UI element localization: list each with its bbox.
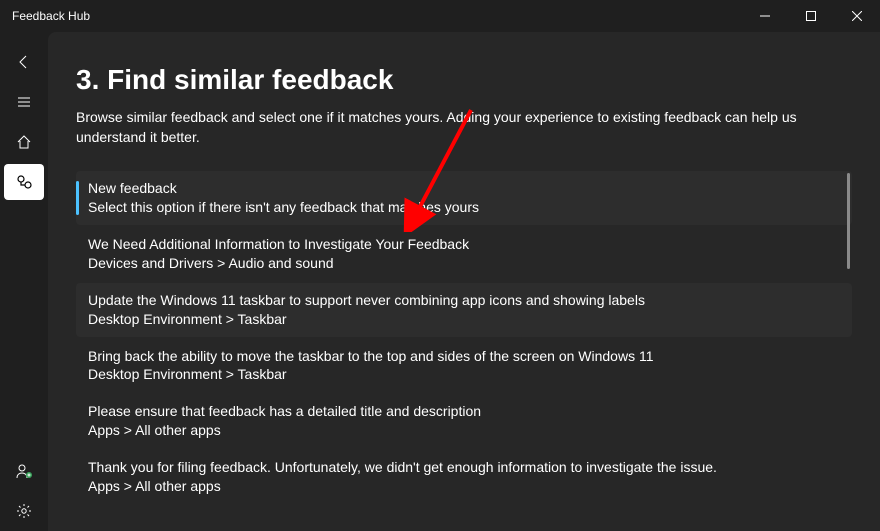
feedback-nav[interactable]: [4, 164, 44, 200]
feedback-item-title: Please ensure that feedback has a detail…: [88, 402, 840, 421]
feedback-item-sub: Apps > All other apps: [88, 421, 840, 440]
feedback-item[interactable]: We Need Additional Information to Invest…: [76, 227, 852, 281]
back-button[interactable]: [4, 44, 44, 80]
feedback-item[interactable]: Update the Windows 11 taskbar to support…: [76, 283, 852, 337]
add-user-nav[interactable]: [4, 453, 44, 489]
page-title: 3. Find similar feedback: [76, 64, 852, 96]
feedback-item-sub: Devices and Drivers > Audio and sound: [88, 254, 840, 273]
feedback-item-sub: Desktop Environment > Taskbar: [88, 310, 840, 329]
feedback-item[interactable]: Bring back the ability to move the taskb…: [76, 339, 852, 393]
maximize-button[interactable]: [788, 0, 834, 32]
close-button[interactable]: [834, 0, 880, 32]
feedback-list: New feedback Select this option if there…: [76, 171, 852, 504]
feedback-item-title: Bring back the ability to move the taskb…: [88, 347, 840, 366]
feedback-item-title: Thank you for filing feedback. Unfortuna…: [88, 458, 840, 477]
main-content: 3. Find similar feedback Browse similar …: [48, 32, 880, 531]
feedback-item-sub: Desktop Environment > Taskbar: [88, 365, 840, 384]
feedback-item[interactable]: Thank you for filing feedback. Unfortuna…: [76, 450, 852, 504]
feedback-item-title: We Need Additional Information to Invest…: [88, 235, 840, 254]
menu-button[interactable]: [4, 84, 44, 120]
feedback-item-title: New feedback: [88, 179, 840, 198]
scrollbar[interactable]: [847, 173, 850, 269]
sidebar: [0, 32, 48, 531]
feedback-item-title: Update the Windows 11 taskbar to support…: [88, 291, 840, 310]
titlebar: Feedback Hub: [0, 0, 880, 32]
feedback-item-new[interactable]: New feedback Select this option if there…: [76, 171, 852, 225]
feedback-item-sub: Apps > All other apps: [88, 477, 840, 496]
minimize-button[interactable]: [742, 0, 788, 32]
settings-nav[interactable]: [4, 493, 44, 529]
page-intro: Browse similar feedback and select one i…: [76, 108, 852, 147]
window-title: Feedback Hub: [0, 9, 742, 23]
feedback-item-sub: Select this option if there isn't any fe…: [88, 198, 840, 217]
home-nav[interactable]: [4, 124, 44, 160]
feedback-item[interactable]: Please ensure that feedback has a detail…: [76, 394, 852, 448]
